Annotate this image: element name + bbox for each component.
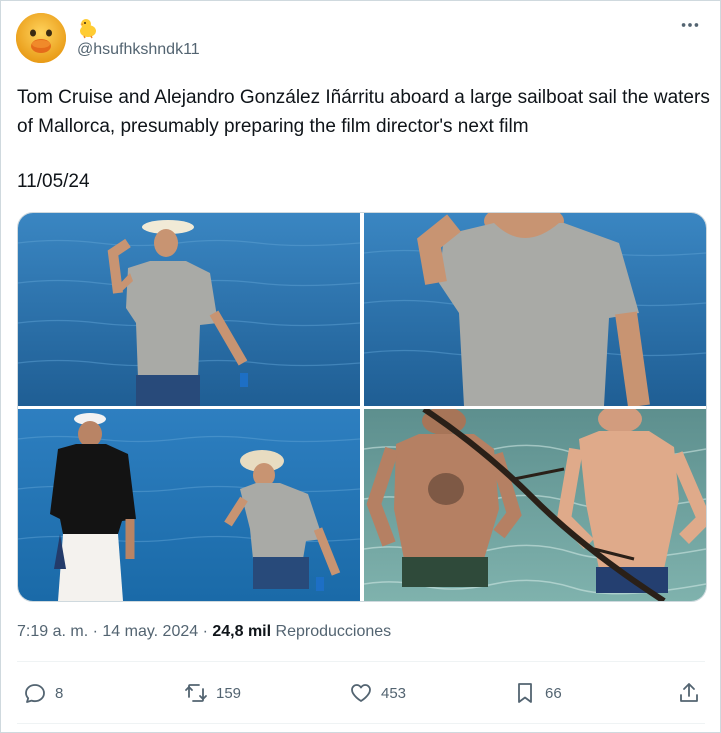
photo-3[interactable] (18, 409, 360, 601)
tweet-meta: 7:19 a. m. · 14 may. 2024 · 24,8 mil Rep… (17, 623, 391, 641)
heart-icon (351, 684, 371, 702)
reply-count: 8 (55, 684, 64, 702)
bookmark-icon (518, 683, 532, 703)
photo-4[interactable] (364, 409, 706, 601)
retweet-count: 159 (216, 684, 242, 702)
chick-emoji-icon (77, 17, 99, 39)
tweet-actions: 8 159 453 66 (1, 673, 721, 715)
photo-2[interactable] (364, 213, 706, 406)
duck-avatar-icon (16, 13, 66, 63)
retweet-button[interactable]: 159 (184, 681, 241, 705)
reply-icon (25, 684, 45, 703)
tweet-text: Tom Cruise and Alejandro González Iñárri… (17, 87, 710, 137)
tweet-timestamp[interactable]: 7:19 a. m. · 14 may. 2024 (17, 623, 198, 640)
more-options-icon[interactable] (678, 13, 702, 37)
views-count: 24,8 mil (212, 623, 272, 640)
bookmark-button[interactable]: 66 (513, 681, 562, 705)
share-icon (680, 683, 698, 702)
views-label: Reproducciones (275, 623, 392, 640)
reply-button[interactable]: 8 (23, 681, 63, 705)
tweet-date-line: 11/05/24 (17, 171, 90, 192)
share-button[interactable] (677, 681, 701, 705)
bookmark-count: 66 (545, 684, 562, 702)
avatar[interactable] (16, 13, 66, 63)
divider-bottom (17, 723, 705, 724)
photo-1[interactable] (18, 213, 360, 406)
like-button[interactable]: 453 (349, 681, 406, 705)
divider-top (17, 661, 705, 662)
meta-separator: · (198, 623, 213, 640)
user-handle[interactable]: @hsufhkshndk11 (77, 41, 200, 59)
tweet-card: @hsufhkshndk11 Tom Cruise and Alejandro … (0, 0, 721, 733)
like-count: 453 (381, 684, 407, 702)
media-grid (17, 212, 707, 602)
retweet-icon (185, 684, 207, 702)
